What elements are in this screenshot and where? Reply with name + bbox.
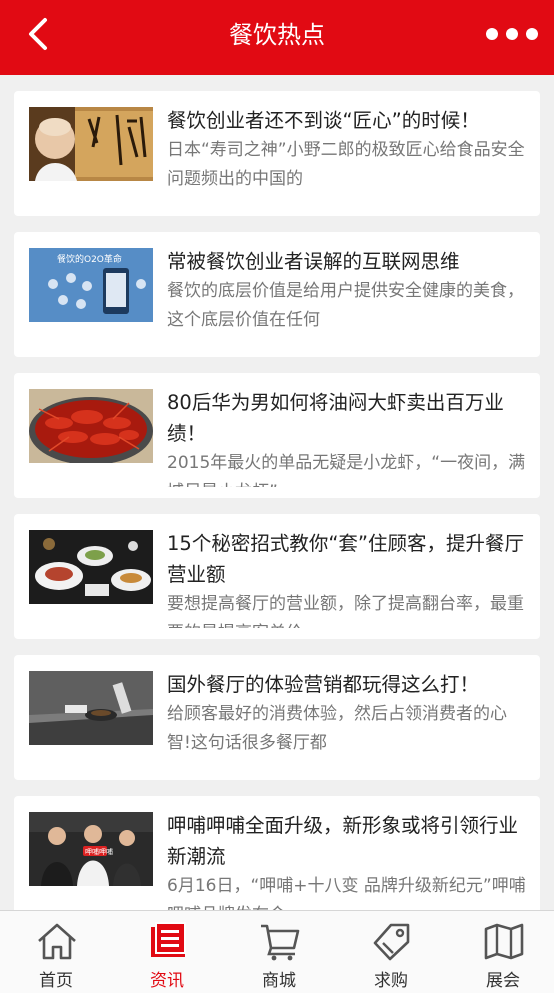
tab-label: 资讯: [150, 971, 184, 991]
tab-label: 求购: [374, 971, 408, 991]
cart-icon: [261, 924, 300, 961]
article-title: 15个秘密招式教你“套”住顾客，提升餐厅营业额: [167, 532, 525, 586]
article-thumbnail: [29, 389, 153, 463]
article-thumbnail: 餐饮的O2O革命: [29, 248, 153, 322]
article-text: 15个秘密招式教你“套”住顾客，提升餐厅营业额 要想提高餐厅的营业额，除了提高翻…: [167, 528, 527, 628]
article-thumbnail: [29, 671, 153, 745]
article-text: 常被餐饮创业者误解的互联网思维 餐饮的底层价值是给用户提供安全健康的美食，这个底…: [167, 246, 527, 346]
article-card[interactable]: 餐饮的O2O革命 常被餐饮创业者误解的互联网思维 餐饮的底层价值是给用户提供安全…: [14, 232, 540, 357]
article-text: 国外餐厅的体验营销都玩得这么打！ 给顾客最好的消费体验，然后占领消费者的心智!这…: [167, 669, 527, 769]
tab-exhibition[interactable]: 展会: [448, 911, 554, 993]
article-card[interactable]: 15个秘密招式教你“套”住顾客，提升餐厅营业额 要想提高餐厅的营业额，除了提高翻…: [14, 514, 540, 639]
tag-icon: [373, 923, 410, 961]
article-title: 常被餐饮创业者误解的互联网思维: [167, 250, 460, 273]
article-text: 80后华为男如何将油闷大虾卖出百万业绩！ 2015年最火的单品无疑是小龙虾，“一…: [167, 387, 527, 487]
more-button[interactable]: [486, 22, 538, 46]
article-title: 餐饮创业者还不到谈“匠心”的时候！: [167, 109, 480, 132]
article-desc: 日本“寿司之神”小野二郎的极致匠心给食品安全问题频出的中国的: [167, 140, 525, 189]
tab-label: 展会: [486, 971, 520, 991]
article-desc: 餐饮的底层价值是给用户提供安全健康的美食，这个底层价值在任何: [167, 281, 524, 330]
article-card[interactable]: 国外餐厅的体验营销都玩得这么打！ 给顾客最好的消费体验，然后占领消费者的心智!这…: [14, 655, 540, 780]
article-desc: 6月16日，“呷哺+十八变 品牌升级新纪元”呷哺呷哺品牌发布会: [167, 876, 526, 910]
article-text: 餐饮创业者还不到谈“匠心”的时候！ 日本“寿司之神”小野二郎的极致匠心给食品安全…: [167, 105, 527, 205]
tab-purchase[interactable]: 求购: [336, 911, 446, 993]
article-title: 呷哺呷哺全面升级，新形象或将引领行业新潮流: [167, 814, 519, 868]
article-thumbnail: [29, 530, 153, 604]
home-icon: [38, 923, 76, 960]
article-thumbnail: 呷哺呷哺: [29, 812, 153, 886]
article-thumbnail: [29, 107, 153, 181]
thumb-caption: 餐饮的O2O革命: [57, 253, 122, 265]
tab-label: 首页: [39, 971, 73, 991]
tab-mall[interactable]: 商城: [224, 911, 334, 993]
bottom-tab-bar: 首页 资讯 商城 求购 展会: [0, 910, 554, 993]
dot-icon: [486, 28, 498, 40]
article-title: 80后华为男如何将油闷大虾卖出百万业绩！: [167, 391, 504, 445]
article-desc: 2015年最火的单品无疑是小龙虾，“一夜间，满城尽是小龙虾”: [167, 453, 526, 487]
page-title: 餐饮热点: [229, 21, 325, 49]
article-card[interactable]: 80后华为男如何将油闷大虾卖出百万业绩！ 2015年最火的单品无疑是小龙虾，“一…: [14, 373, 540, 498]
article-desc: 要想提高餐厅的营业额，除了提高翻台率，最重要的是提高客单价。: [167, 594, 524, 628]
article-desc: 给顾客最好的消费体验，然后占领消费者的心智!这句话很多餐厅都: [167, 704, 507, 753]
dot-icon: [526, 28, 538, 40]
thumb-caption: 呷哺呷哺: [85, 847, 113, 856]
article-text: 呷哺呷哺全面升级，新形象或将引领行业新潮流 6月16日，“呷哺+十八变 品牌升级…: [167, 810, 527, 910]
dot-icon: [506, 28, 518, 40]
article-card[interactable]: 呷哺呷哺 呷哺呷哺全面升级，新形象或将引领行业新潮流 6月16日，“呷哺+十八变…: [14, 796, 540, 921]
top-bar: 餐饮热点: [0, 0, 554, 75]
tab-home[interactable]: 首页: [1, 911, 111, 993]
article-title: 国外餐厅的体验营销都玩得这么打！: [167, 673, 480, 696]
news-icon: [151, 922, 186, 957]
tab-news[interactable]: 资讯: [112, 911, 222, 993]
article-card[interactable]: 餐饮创业者还不到谈“匠心”的时候！ 日本“寿司之神”小野二郎的极致匠心给食品安全…: [14, 91, 540, 216]
tab-label: 商城: [262, 971, 296, 991]
map-icon: [484, 923, 524, 960]
